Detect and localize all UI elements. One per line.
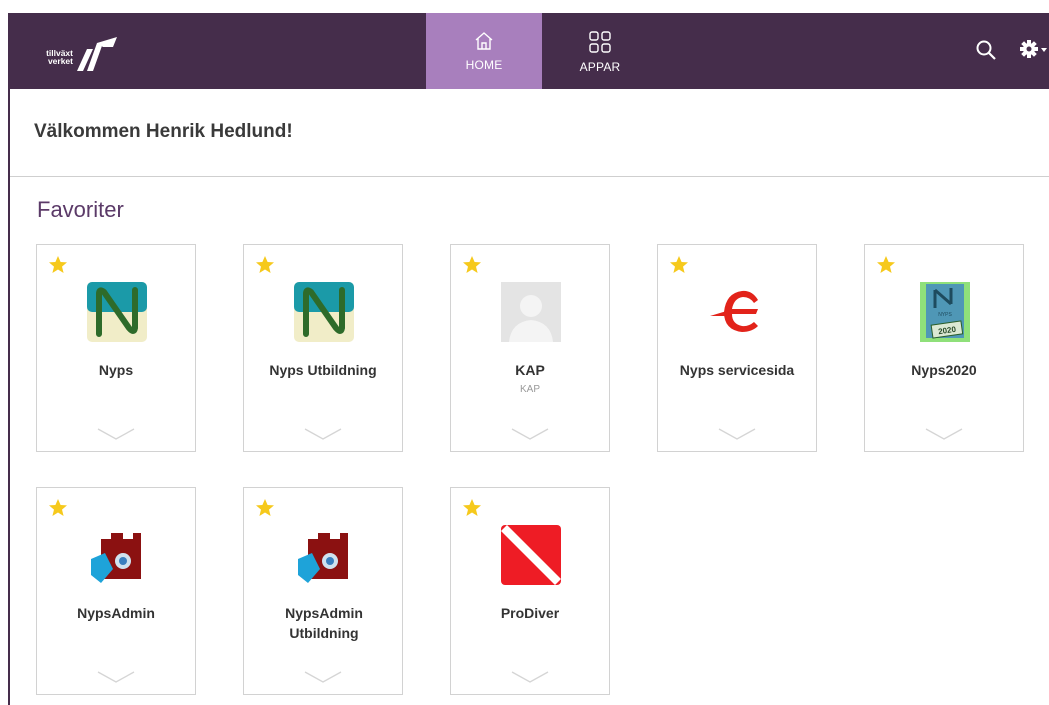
- red-e-icon: [710, 290, 758, 332]
- app-tile-nyps-utbildning[interactable]: Nyps Utbildning: [243, 244, 403, 452]
- welcome-heading: Välkommen Henrik Hedlund!: [34, 121, 293, 142]
- nyps-icon: [87, 282, 147, 342]
- admin-gear-icon: [298, 533, 348, 583]
- app-name: NypsAdmin Utbildning: [285, 605, 363, 641]
- favorite-star-icon[interactable]: [462, 498, 482, 518]
- logo-text-line2: verket: [47, 56, 73, 66]
- app-tile-nypsadmin-utbildning[interactable]: NypsAdmin Utbildning: [243, 487, 403, 695]
- admin-gear-icon: [91, 533, 141, 583]
- divider: [10, 176, 1049, 177]
- app-tile-nyps[interactable]: Nyps: [36, 244, 196, 452]
- tillvaxtverket-logo[interactable]: tillväxt verket: [43, 35, 117, 71]
- app-tile-prodiver[interactable]: ProDiver: [450, 487, 610, 695]
- home-icon: [475, 32, 493, 50]
- app-subtitle: KAP: [519, 384, 540, 395]
- app-tile-kap[interactable]: KAP KAP: [450, 244, 610, 452]
- favorites-title: Favoriter: [37, 197, 124, 222]
- tab-appar-label: APPAR: [579, 60, 621, 74]
- svg-text:NYPS: NYPS: [938, 312, 952, 318]
- tab-appar[interactable]: APPAR: [542, 13, 658, 89]
- placeholder-person-icon: [501, 282, 561, 342]
- app-tile-nyps-servicesida[interactable]: Nyps servicesida: [657, 244, 817, 452]
- chevron-down-icon[interactable]: [304, 428, 342, 440]
- app-tile-nyps2020[interactable]: NYPS 2020 Nyps2020: [864, 244, 1024, 452]
- app-name: KAP: [515, 362, 545, 378]
- chevron-down-icon[interactable]: [97, 671, 135, 683]
- logo-mark-icon: [77, 37, 117, 71]
- favorite-star-icon[interactable]: [48, 255, 68, 275]
- nyps2020-icon: NYPS 2020: [920, 282, 970, 342]
- left-border: [8, 89, 10, 705]
- logo-text: tillväxt verket: [43, 49, 73, 66]
- app-name: Nyps servicesida: [679, 362, 795, 378]
- favorite-star-icon[interactable]: [255, 255, 275, 275]
- chevron-down-icon[interactable]: [511, 671, 549, 683]
- chevron-down-icon[interactable]: [718, 428, 756, 440]
- chevron-down-icon[interactable]: [97, 428, 135, 440]
- favorite-star-icon[interactable]: [669, 255, 689, 275]
- app-name: Nyps: [98, 362, 134, 378]
- prodiver-flag-icon: [501, 525, 561, 585]
- chevron-down-icon: [1041, 48, 1047, 52]
- search-icon[interactable]: [975, 39, 997, 61]
- chevron-down-icon[interactable]: [304, 671, 342, 683]
- app-name: ProDiver: [500, 605, 560, 621]
- chevron-down-icon[interactable]: [925, 428, 963, 440]
- favorite-star-icon[interactable]: [255, 498, 275, 518]
- top-navbar: tillväxt verket HOME APPAR: [8, 13, 1049, 89]
- gear-icon[interactable]: [1019, 38, 1049, 60]
- nyps-icon: [294, 282, 354, 342]
- app-tile-nypsadmin[interactable]: NypsAdmin: [36, 487, 196, 695]
- chevron-down-icon[interactable]: [511, 428, 549, 440]
- tab-home[interactable]: HOME: [426, 13, 542, 89]
- app-name: Nyps2020: [911, 362, 977, 378]
- apps-grid-icon: [589, 31, 611, 53]
- favorite-star-icon[interactable]: [462, 255, 482, 275]
- favorite-star-icon[interactable]: [876, 255, 896, 275]
- app-name: Nyps Utbildning: [269, 362, 377, 378]
- top-strip: [0, 0, 1049, 13]
- app-name: NypsAdmin: [77, 605, 155, 621]
- favorite-star-icon[interactable]: [48, 498, 68, 518]
- tab-home-label: HOME: [465, 58, 503, 72]
